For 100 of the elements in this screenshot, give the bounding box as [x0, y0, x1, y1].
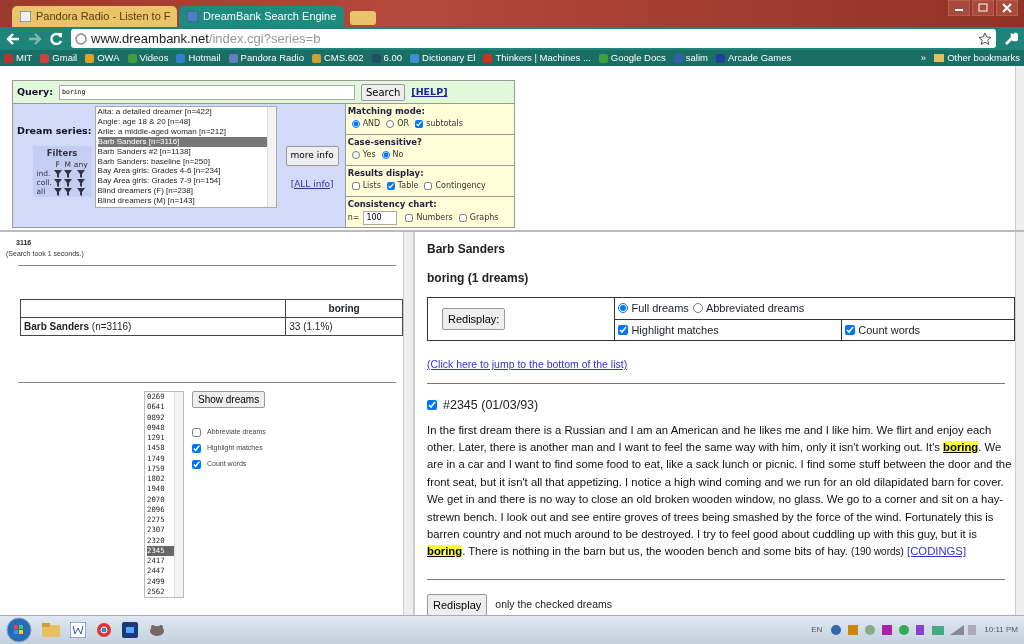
browser-tab[interactable]: Pandora Radio - Listen to F: [12, 6, 177, 27]
animal-icon[interactable]: [148, 623, 166, 637]
reload-icon[interactable]: [50, 32, 63, 45]
globe-icon: [75, 32, 87, 45]
browser-tab[interactable]: DreamBank Search Engine: [179, 6, 344, 27]
scrollbar[interactable]: [266, 107, 276, 207]
maximize-button[interactable]: [972, 0, 994, 16]
radio-button[interactable]: [692, 303, 703, 313]
codings-link[interactable]: [CODINGS]: [907, 545, 967, 558]
radio-button[interactable]: [381, 150, 390, 159]
more-info-button[interactable]: more info: [285, 146, 339, 166]
option-label: Count words: [858, 323, 921, 336]
bookmark-link[interactable]: Google Docs: [598, 50, 666, 66]
series-option[interactable]: Barb Sanders [n=3116]: [97, 136, 267, 147]
scrollbar[interactable]: [1015, 66, 1024, 230]
browser-icon[interactable]: [96, 622, 112, 638]
show-dreams-button[interactable]: Show dreams: [192, 391, 266, 408]
dream-title: #2345 (01/03/93): [443, 396, 539, 414]
series-option[interactable]: Angie: age 18 & 20 [n=48]: [97, 116, 267, 127]
bookmark-link[interactable]: OWA: [85, 50, 120, 66]
overflow-button[interactable]: »: [920, 50, 927, 66]
option-title: Consistency chart:: [347, 198, 438, 211]
search-button[interactable]: Search: [360, 83, 406, 101]
minimize-button[interactable]: [948, 0, 970, 16]
clock-text[interactable]: 10:11 PM: [984, 624, 1018, 636]
radio-button[interactable]: [351, 150, 360, 159]
series-option[interactable]: Bay Area girls: Grades 7-9 [n=154]: [97, 176, 267, 187]
language-indicator[interactable]: EN: [811, 624, 823, 636]
checkbox[interactable]: [458, 213, 467, 222]
bookmark-link[interactable]: salim: [673, 50, 708, 66]
bookmark-link[interactable]: Thinkers | Machines ...: [483, 50, 591, 66]
bookmark-link[interactable]: Arcade Games: [715, 50, 792, 66]
bookmark-link[interactable]: Gmail: [40, 50, 78, 66]
scrollbar[interactable]: [1015, 232, 1024, 615]
series-label: Dream series:: [17, 124, 92, 138]
image-editor-icon[interactable]: [122, 622, 138, 638]
series-option[interactable]: Barb Sanders #2 [n=1138]: [97, 146, 267, 157]
radio-button[interactable]: [618, 303, 629, 313]
series-list[interactable]: [94, 106, 277, 208]
checkbox[interactable]: [351, 181, 360, 190]
footer-note: only the checked dreams: [495, 597, 613, 613]
checkbox[interactable]: [386, 181, 395, 190]
address-bar[interactable]: www.dreambank.net/index.cgi?series=b: [71, 29, 996, 48]
option-label: subtotals: [426, 117, 463, 130]
checkbox[interactable]: [415, 119, 424, 128]
table-cell: 33 (1.1%): [285, 317, 403, 336]
option-label: Abbreviated dreams: [705, 302, 805, 314]
filters-title: Filters: [45, 147, 79, 160]
all-info-link[interactable]: [ALL info]: [290, 177, 334, 191]
url-text: www.dreambank.net/index.cgi?series=b: [91, 29, 321, 48]
checkbox[interactable]: [405, 213, 414, 222]
option-label: Graphs: [469, 211, 499, 224]
checkbox[interactable]: [618, 324, 629, 335]
folder-icon: [934, 54, 945, 62]
option-label: Contingency: [435, 179, 486, 192]
wrench-icon[interactable]: [1004, 31, 1018, 46]
bookmark-link[interactable]: Pandora Radio: [228, 50, 304, 66]
bookmark-link[interactable]: Dictionary El: [410, 50, 476, 66]
bookmark-link[interactable]: 6.00: [371, 50, 403, 66]
radio-button[interactable]: [386, 119, 395, 128]
back-icon[interactable]: [6, 32, 20, 45]
n-field[interactable]: 100: [363, 210, 398, 225]
bookmark-link[interactable]: Videos: [127, 50, 169, 66]
tray-icons-drawing[interactable]: [828, 623, 979, 637]
scrollbar[interactable]: [174, 392, 183, 597]
checkbox[interactable]: [192, 459, 201, 469]
help-link[interactable]: [HELP]: [411, 84, 448, 100]
checkbox[interactable]: [845, 324, 856, 335]
series-option[interactable]: Blind dreamers (M) [n=143]: [97, 196, 267, 207]
start-button[interactable]: [6, 617, 32, 643]
series-option[interactable]: Bay Area girls: Grades 4-6 [n=234]: [97, 166, 267, 177]
checkbox[interactable]: [192, 427, 201, 437]
option-title: Matching mode:: [347, 105, 426, 118]
bookmark-link[interactable]: MIT: [4, 50, 33, 66]
series-title: Barb Sanders: [427, 241, 507, 258]
query-label: Query:: [17, 84, 53, 99]
option-label: Full dreams: [631, 302, 689, 314]
checkbox[interactable]: [427, 400, 437, 411]
redisplay-button[interactable]: Redisplay:: [442, 307, 506, 331]
page-icon: [187, 11, 198, 22]
checkbox[interactable]: [192, 443, 201, 453]
option-label: Yes: [362, 148, 376, 161]
bookmark-link[interactable]: CMS.602: [312, 50, 364, 66]
bookmark-link[interactable]: Hotmail: [176, 50, 221, 66]
jump-link[interactable]: (Click here to jump to the bottom of the list): [427, 357, 628, 373]
series-option[interactable]: Barb Sanders: baseline [n=250]: [97, 156, 267, 167]
star-icon[interactable]: [978, 31, 992, 46]
document-icon[interactable]: [70, 622, 86, 638]
radio-button[interactable]: [351, 119, 360, 128]
bookmark-folder[interactable]: Other bookmarks: [934, 50, 1020, 66]
close-button[interactable]: [996, 0, 1018, 16]
series-option[interactable]: Blind dreamers (F) [n=238]: [97, 186, 267, 197]
scrollbar[interactable]: [403, 232, 413, 615]
series-option[interactable]: Alta: a detailed dreamer [n=422]: [97, 107, 267, 117]
checkbox[interactable]: [424, 181, 433, 190]
redisplay-button[interactable]: Redisplay: [427, 593, 488, 617]
option-title: Results display:: [347, 167, 425, 180]
results-heading: boring (1 dreams): [427, 270, 530, 287]
series-option[interactable]: Arlie: a middle-aged woman [n=212]: [97, 126, 267, 137]
column-header: boring: [285, 299, 403, 318]
